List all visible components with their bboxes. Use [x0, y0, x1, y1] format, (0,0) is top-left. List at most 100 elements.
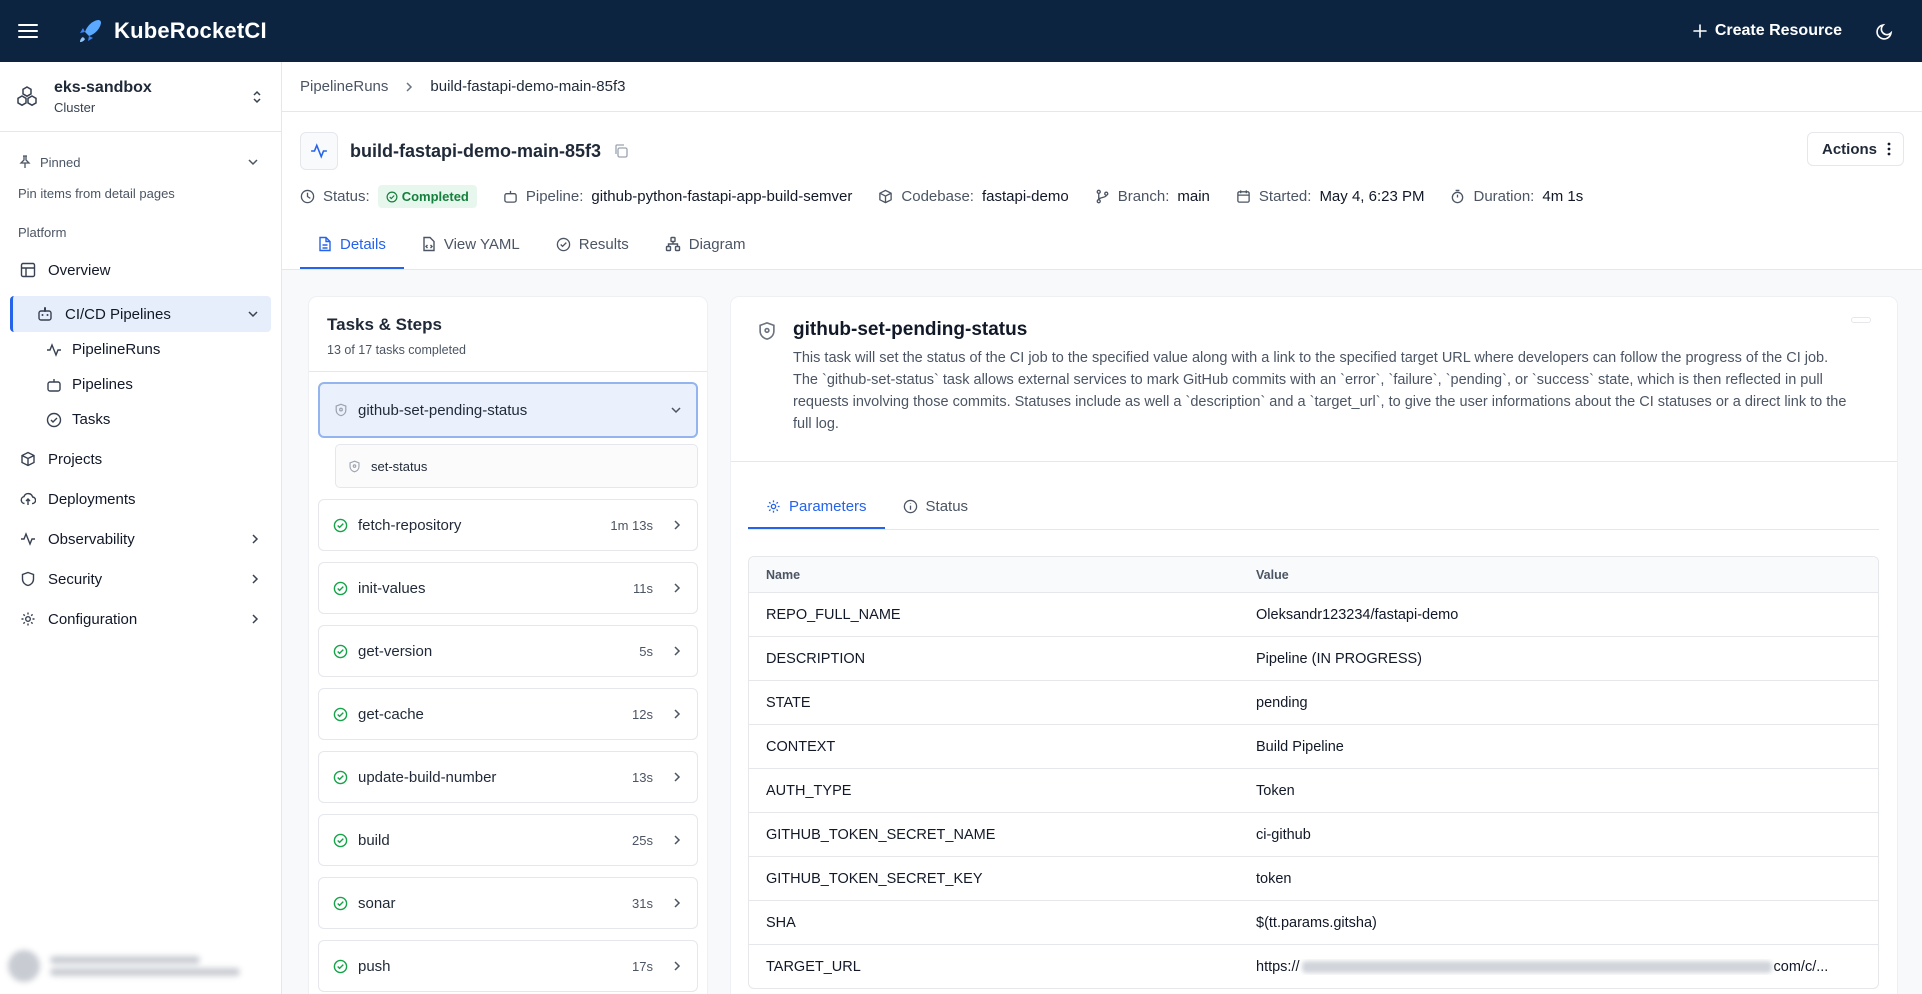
detail-tabs: Parameters Status — [748, 486, 1879, 530]
gear-icon — [766, 499, 781, 514]
param-name: REPO_FULL_NAME — [766, 606, 901, 623]
table-row: TARGET_URL https:// com/c/... — [749, 944, 1878, 988]
task-item[interactable]: fetch-repository 1m 13s — [318, 499, 698, 551]
step-item[interactable]: set-status — [335, 444, 698, 488]
sidebar-item-projects[interactable]: Projects — [0, 441, 281, 477]
tab-label: View YAML — [443, 235, 520, 253]
chevron-right-icon — [671, 519, 683, 531]
network-icon — [665, 236, 681, 252]
chevron-down-icon — [247, 308, 259, 320]
param-name: AUTH_TYPE — [766, 782, 852, 799]
param-value: $(tt.params.gitsha) — [1256, 914, 1377, 931]
sidebar-item-observability[interactable]: Observability — [0, 521, 281, 557]
task-item-selected[interactable]: github-set-pending-status — [318, 382, 698, 438]
param-value: token — [1256, 870, 1292, 887]
chevron-right-icon — [249, 573, 261, 585]
tab-details[interactable]: Details — [300, 221, 404, 269]
started-label: Started: — [1258, 188, 1312, 205]
param-value: Token — [1256, 782, 1295, 799]
pipeline-link[interactable]: github-python-fastapi-app-build-semver — [591, 188, 852, 205]
table-row: SHA $(tt.params.gitsha) — [749, 900, 1878, 944]
file-code-icon — [422, 236, 436, 252]
pipeline-label: Pipeline: — [525, 188, 584, 205]
tab-label: Status — [925, 498, 969, 515]
task-name: sonar — [358, 894, 396, 912]
parameters-table: Name Value REPO_FULL_NAME Oleksandr12323… — [748, 556, 1879, 989]
pinned-section[interactable]: Pinned — [0, 148, 281, 176]
pinned-label: Pinned — [40, 154, 81, 170]
page-header: build-fastapi-demo-main-85f3 Actions Sta… — [282, 112, 1922, 270]
detail-title: github-set-pending-status — [793, 319, 1028, 340]
tasks-panel: Tasks & Steps 13 of 17 tasks completed g… — [309, 297, 707, 994]
sidebar-item-label: Configuration — [48, 610, 138, 628]
create-resource-button[interactable]: Create Resource — [1693, 22, 1842, 40]
branch-meta: Branch: main — [1095, 188, 1210, 205]
task-item[interactable]: get-version 5s — [318, 625, 698, 677]
user-profile[interactable] — [8, 944, 270, 988]
task-item[interactable]: update-build-number 13s — [318, 751, 698, 803]
breadcrumb-current: build-fastapi-demo-main-85f3 — [430, 78, 626, 95]
sidebar-item-label: CI/CD Pipelines — [65, 305, 171, 323]
sidebar-item-pipelines[interactable]: Pipelines — [0, 367, 281, 402]
theme-toggle-icon[interactable] — [1876, 22, 1894, 40]
tasks-title: Tasks & Steps — [327, 315, 442, 334]
url-prefix: https:// — [1256, 958, 1300, 975]
chevron-up-down-icon[interactable] — [251, 89, 263, 105]
tab-diagram[interactable]: Diagram — [647, 221, 764, 269]
check-circle-icon — [333, 959, 348, 974]
check-circle-icon — [333, 707, 348, 722]
param-value: ci-github — [1256, 826, 1311, 843]
sidebar-item-security[interactable]: Security — [0, 561, 281, 597]
param-value: Pipeline (IN PROGRESS) — [1256, 650, 1422, 667]
cloud-upload-icon — [20, 491, 36, 507]
breadcrumb-pipelineruns-link[interactable]: PipelineRuns — [300, 78, 388, 95]
tab-results[interactable]: Results — [538, 221, 647, 269]
table-header: Name Value — [749, 557, 1878, 592]
sidebar-item-cicd-pipelines[interactable]: CI/CD Pipelines — [10, 296, 271, 332]
sidebar-item-overview[interactable]: Overview — [0, 252, 281, 288]
sidebar: eks-sandbox Cluster Pinned Pin items fro… — [0, 62, 282, 994]
sidebar-item-configuration[interactable]: Configuration — [0, 601, 281, 637]
tab-parameters[interactable]: Parameters — [748, 486, 885, 529]
task-item[interactable]: get-cache 12s — [318, 688, 698, 740]
actions-button[interactable]: Actions — [1806, 132, 1904, 166]
copy-icon[interactable] — [613, 143, 629, 159]
menu-icon[interactable] — [14, 17, 42, 45]
task-item[interactable]: init-values 11s — [318, 562, 698, 614]
sidebar-item-pipelineruns[interactable]: PipelineRuns — [0, 332, 281, 367]
param-value: https:// com/c/... — [1256, 959, 1878, 975]
task-item[interactable]: sonar 31s — [318, 877, 698, 929]
status-label: Status: — [323, 188, 370, 205]
status-meta: Status: Completed — [300, 185, 477, 208]
param-name: TARGET_URL — [766, 958, 861, 975]
chevron-right-icon — [671, 897, 683, 909]
codebase-link[interactable]: fastapi-demo — [982, 188, 1069, 205]
status-value: Completed — [401, 189, 469, 204]
cluster-icon — [14, 84, 40, 110]
sidebar-item-tasks[interactable]: Tasks — [0, 402, 281, 437]
info-icon — [903, 499, 918, 514]
git-branch-icon — [1095, 189, 1110, 204]
brand[interactable]: KubeRocketCI — [76, 17, 267, 45]
sidebar-item-label: Deployments — [48, 490, 136, 508]
sidebar-item-label: PipelineRuns — [72, 341, 161, 358]
sidebar-item-deployments[interactable]: Deployments — [0, 481, 281, 517]
breadcrumb: PipelineRuns build-fastapi-demo-main-85f… — [282, 62, 1922, 112]
started-value: May 4, 6:23 PM — [1319, 188, 1425, 205]
task-name: get-version — [358, 642, 433, 660]
param-name: STATE — [766, 694, 811, 711]
page-title: build-fastapi-demo-main-85f3 — [350, 140, 602, 161]
param-name: GITHUB_TOKEN_SECRET_NAME — [766, 826, 996, 843]
task-item[interactable]: push 17s — [318, 940, 698, 992]
bot-icon — [37, 306, 53, 322]
started-meta: Started: May 4, 6:23 PM — [1236, 188, 1425, 205]
tab-view-yaml[interactable]: View YAML — [404, 221, 538, 269]
cluster-switcher[interactable]: eks-sandbox Cluster — [0, 62, 281, 132]
tab-status[interactable]: Status — [885, 486, 987, 529]
run-metadata: Status: Completed Pipeline: github-pytho… — [300, 185, 1609, 208]
collapse-handle[interactable] — [1851, 317, 1871, 323]
task-item[interactable]: build 25s — [318, 814, 698, 866]
check-circle-icon — [333, 518, 348, 533]
param-name: CONTEXT — [766, 738, 836, 755]
create-resource-label: Create Resource — [1714, 22, 1842, 39]
